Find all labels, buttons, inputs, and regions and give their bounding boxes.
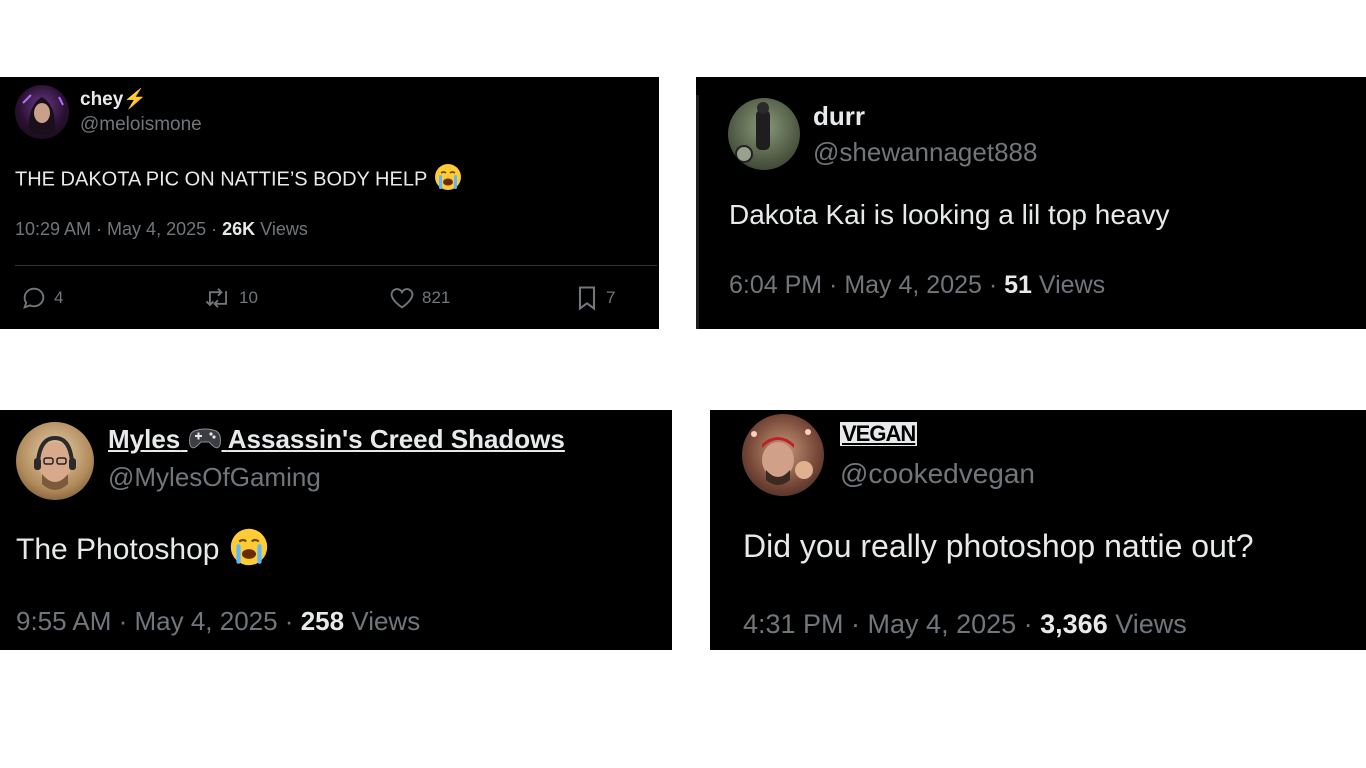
tweet-card-1[interactable]: chey⚡ @meloismone THE DAKOTA PIC ON NATT… [0, 77, 659, 329]
timestamp[interactable]: 9:55 AM · May 4, 2025 · [16, 606, 301, 636]
tweet-text: THE DAKOTA PIC ON NATTIE’S BODY HELP [15, 162, 463, 198]
timestamp[interactable]: 6:04 PM · May 4, 2025 · [729, 271, 1004, 299]
views-count: 51 [1004, 271, 1032, 299]
avatar-image [735, 102, 770, 163]
handle[interactable]: @MylesOfGaming [108, 462, 321, 493]
gamepad-emoji [188, 425, 222, 458]
tweet-text: Did you really photoshop nattie out? [743, 528, 1254, 564]
views-count: 26K [222, 219, 256, 239]
timestamp[interactable]: 4:31 PM · May 4, 2025 · [743, 609, 1040, 639]
views-label: Views [1031, 271, 1106, 299]
avatar-image [22, 94, 64, 135]
timestamp-views: 9:55 AM · May 4, 2025 · 258 Views [16, 606, 420, 637]
display-name[interactable]: VEGAN [840, 422, 918, 446]
views-label: Views [255, 219, 308, 239]
lightning-emoji: ⚡ [123, 89, 147, 110]
reply-count: 4 [54, 288, 64, 307]
handle[interactable]: @cookedvegan [840, 458, 1035, 490]
bookmark-icon [578, 286, 596, 311]
tweet-card-3[interactable]: Myles Assassin's Creed Shadows @MylesOfG… [0, 410, 672, 650]
thread-line [696, 95, 699, 329]
timestamp-views: 10:29 AM · May 4, 2025 · 26K Views [15, 219, 308, 240]
reply-icon [23, 287, 45, 309]
bookmark-button[interactable]: 7 [574, 284, 615, 312]
views-label: Views [1107, 609, 1187, 639]
tweet-card-2[interactable]: durr @shewannaget888 Dakota Kai is looki… [696, 77, 1366, 329]
avatar[interactable] [15, 85, 69, 139]
handle[interactable]: @shewannaget888 [813, 137, 1037, 168]
avatar[interactable] [728, 98, 800, 170]
like-button[interactable]: 821 [388, 284, 450, 312]
display-name[interactable]: Myles Assassin's Creed Shadows [108, 424, 565, 458]
display-name[interactable]: chey⚡ [80, 87, 147, 111]
tweet-text: Dakota Kai is looking a lil top heavy [729, 199, 1170, 230]
crying-emoji [228, 526, 270, 576]
avatar-image [34, 435, 76, 490]
like-count: 821 [422, 288, 451, 307]
divider [15, 265, 657, 266]
repost-count: 10 [239, 288, 258, 307]
bookmark-count: 7 [606, 288, 616, 307]
views-count: 258 [300, 606, 345, 636]
timestamp-views: 6:04 PM · May 4, 2025 · 51 Views [729, 271, 1105, 300]
repost-icon [205, 288, 227, 308]
reply-button[interactable]: 4 [20, 284, 63, 312]
avatar[interactable] [742, 414, 824, 496]
timestamp[interactable]: 10:29 AM · May 4, 2025 · [15, 219, 222, 239]
repost-button[interactable]: 10 [203, 284, 258, 312]
avatar-image [751, 429, 813, 485]
views-count: 3,366 [1040, 609, 1108, 639]
views-label: Views [344, 606, 421, 636]
display-name[interactable]: durr [813, 101, 865, 132]
crying-emoji [433, 162, 463, 198]
tweet-card-4[interactable]: VEGAN @cookedvegan Did you really photos… [710, 410, 1366, 650]
like-icon [390, 288, 414, 309]
timestamp-views: 4:31 PM · May 4, 2025 · 3,366 Views [743, 609, 1187, 640]
handle[interactable]: @meloismone [80, 114, 202, 136]
avatar[interactable] [16, 422, 94, 500]
tweet-text: The Photoshop [16, 526, 270, 576]
